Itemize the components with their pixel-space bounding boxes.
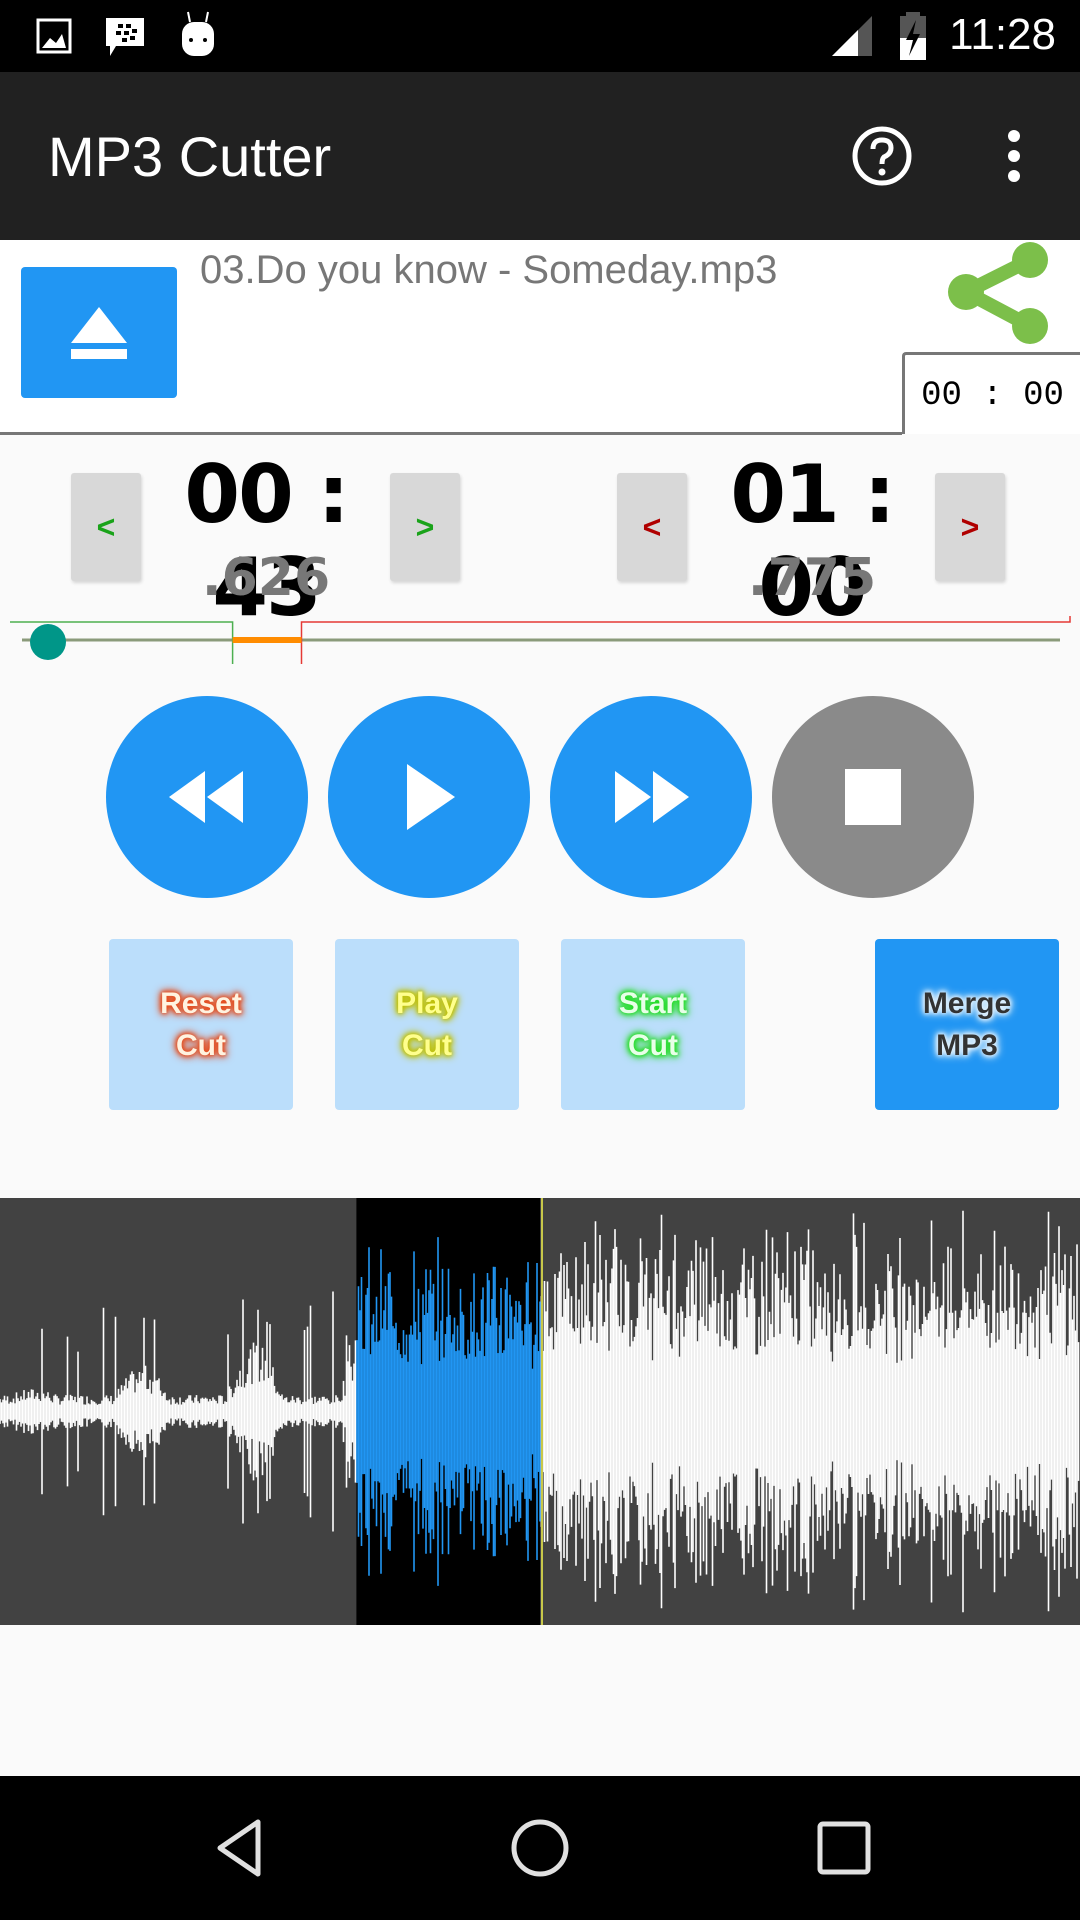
start-decrement-icon: < [96,508,116,545]
back-button[interactable] [210,1816,274,1880]
file-name: 03.Do you know - Someday.mp3 [200,248,778,292]
merge-mp3-button[interactable]: Merge MP3 [875,939,1059,1110]
end-decrement-icon: < [642,508,662,545]
recents-icon [817,1821,871,1875]
merge-mp3-label-2: MP3 [936,1028,998,1062]
stop-button[interactable] [772,696,974,898]
merge-mp3-label-1: Merge [922,986,1012,1020]
play-button[interactable] [328,696,530,898]
fast-forward-icon [615,771,689,823]
start-cut-label-2: Cut [628,1028,678,1062]
file-header: 03.Do you know - Someday.mp3 00 : 00 [0,240,1080,435]
share-icon [948,242,1048,344]
end-increment-icon: > [960,508,980,545]
status-time: 11:28 [949,10,1056,59]
overflow-menu-button[interactable] [994,124,1034,188]
header-divider [0,432,902,435]
home-icon [511,1819,569,1877]
start-increment-button[interactable]: > [390,473,460,581]
image-icon [36,18,72,54]
open-file-button[interactable] [21,267,177,398]
signal-icon [832,16,872,56]
current-position: 00 : 00 [921,377,1064,415]
current-position-tab: 00 : 00 [902,352,1080,434]
reset-cut-label-1: Reset [160,986,242,1020]
overflow-menu-icon [1008,130,1020,182]
status-bar: 11:28 [0,0,1080,72]
play-icon [407,764,455,830]
help-button[interactable] [850,124,914,188]
end-time-millis: .775 [747,548,877,608]
rewind-button[interactable] [106,696,308,898]
app-title: MP3 Cutter [48,125,332,188]
waveform-view[interactable] [0,1198,1080,1625]
end-increment-button[interactable]: > [935,473,1005,581]
stop-icon [845,769,901,825]
start-cut-label-1: Start [618,986,688,1020]
help-icon [852,126,912,186]
waveform-graph[interactable] [0,1198,1080,1625]
playhead-knob[interactable] [30,624,66,660]
start-cut-button[interactable]: Start Cut [561,939,745,1110]
battery-charging-icon [900,12,926,60]
share-button[interactable] [944,240,1052,348]
back-icon [217,1819,261,1877]
play-cut-label-2: Cut [402,1028,452,1062]
play-cut-button[interactable]: Play Cut [335,939,519,1110]
fast-forward-button[interactable] [550,696,752,898]
recents-button[interactable] [812,1816,876,1880]
navigation-bar [0,1776,1080,1920]
reset-cut-button[interactable]: Reset Cut [109,939,293,1110]
app-bar: MP3 Cutter [0,72,1080,240]
start-increment-icon: > [415,508,435,545]
bbm-icon [106,18,144,56]
start-time-millis: .626 [201,548,331,608]
rewind-icon [169,771,243,823]
home-button[interactable] [508,1816,572,1880]
reset-cut-label-2: Cut [176,1028,226,1062]
play-cut-label-1: Play [396,986,458,1020]
android-icon [182,11,214,56]
range-slider[interactable] [0,612,1080,668]
eject-icon [71,307,127,359]
